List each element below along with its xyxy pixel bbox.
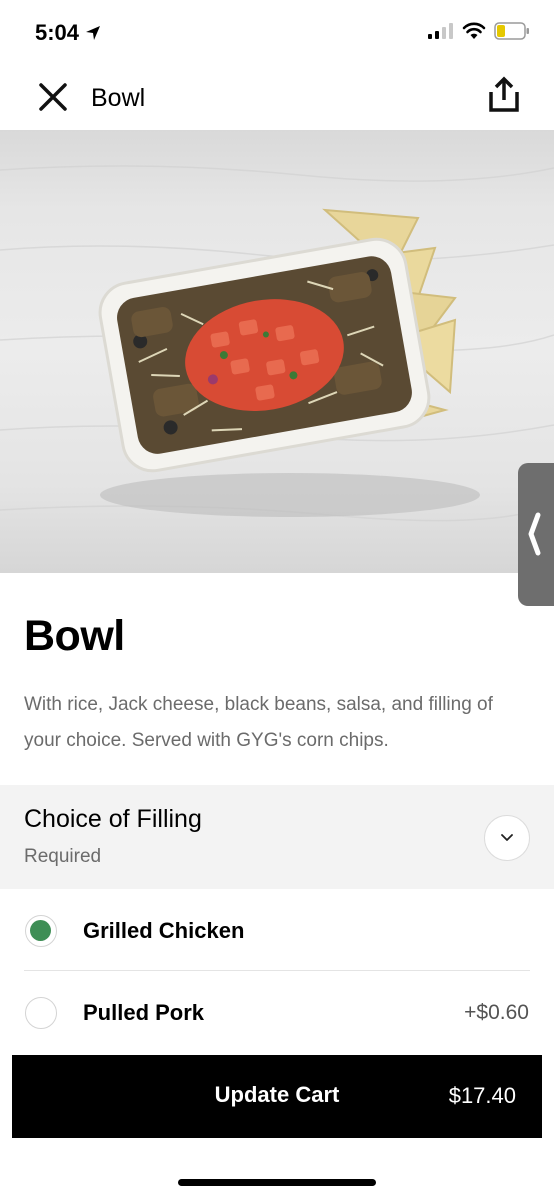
section-required-label: Required xyxy=(24,846,102,867)
home-indicator[interactable] xyxy=(178,1179,376,1186)
nav-title: Bowl xyxy=(91,84,146,112)
radio-unselected[interactable] xyxy=(25,997,57,1029)
close-icon xyxy=(39,83,67,111)
status-bar: 5:04 xyxy=(0,0,554,66)
item-title: Bowl xyxy=(24,612,125,660)
side-drawer-tab[interactable] xyxy=(518,463,554,606)
status-icons xyxy=(428,22,530,40)
nav-bar: Bowl xyxy=(0,66,554,130)
status-time-text: 5:04 xyxy=(35,20,80,45)
bowl-photo-illustration xyxy=(0,165,554,522)
share-button[interactable] xyxy=(488,76,520,114)
filling-section-header[interactable]: Choice of Filling Required xyxy=(0,785,554,889)
option-label: Grilled Chicken xyxy=(83,918,245,943)
divider xyxy=(24,970,530,971)
wifi-icon xyxy=(462,22,486,39)
option-price: +$0.60 xyxy=(464,1001,529,1024)
section-title: Choice of Filling xyxy=(24,805,202,833)
chevron-down-icon xyxy=(501,834,513,841)
chevron-left-icon xyxy=(528,512,541,556)
radio-selected[interactable] xyxy=(25,915,57,947)
update-cart-button[interactable]: Update Cart $17.40 xyxy=(12,1055,542,1138)
option-pulled-pork[interactable]: Pulled Pork +$0.60 xyxy=(0,972,554,1054)
location-arrow-icon xyxy=(86,26,101,40)
close-button[interactable] xyxy=(36,80,70,114)
option-label: Pulled Pork xyxy=(83,1000,205,1025)
status-time: 5:04 xyxy=(35,20,101,46)
collapse-button[interactable] xyxy=(484,815,530,861)
share-icon xyxy=(489,76,519,112)
item-description: With rice, Jack cheese, black beans, sal… xyxy=(24,694,493,751)
signal-icon xyxy=(428,23,453,39)
cart-total: $17.40 xyxy=(448,1083,516,1108)
battery-icon xyxy=(494,22,529,40)
option-grilled-chicken[interactable]: Grilled Chicken xyxy=(0,890,554,972)
food-image xyxy=(0,130,554,573)
